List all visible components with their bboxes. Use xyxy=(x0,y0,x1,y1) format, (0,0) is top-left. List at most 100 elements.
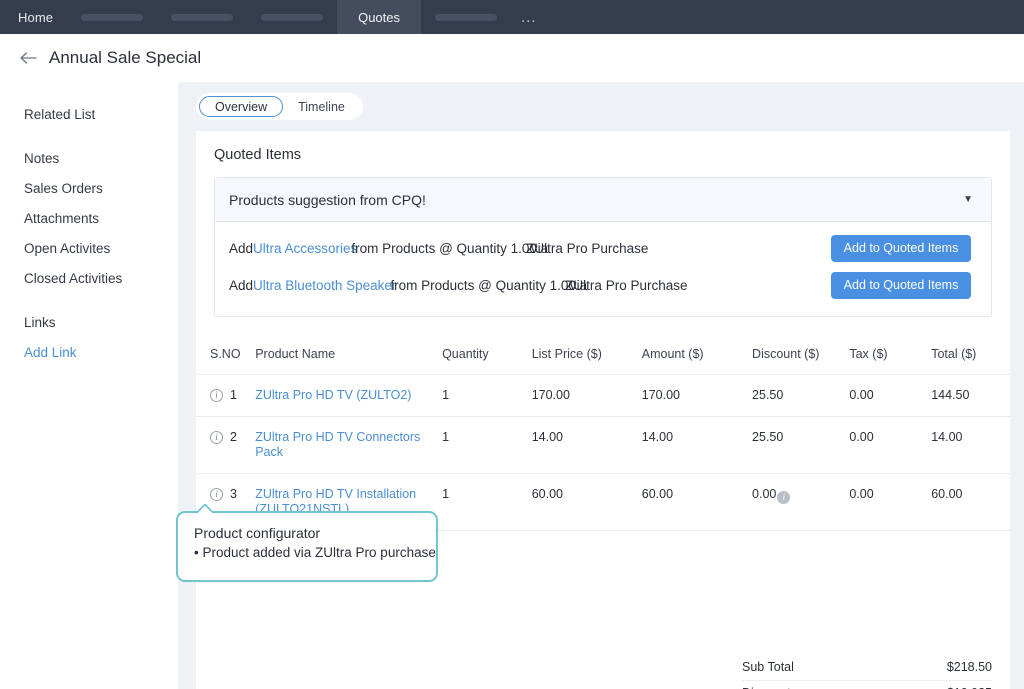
cell-quantity: 1 xyxy=(442,374,532,417)
tooltip-pointer xyxy=(196,504,212,513)
sidebar-item-add-link[interactable]: Add Link xyxy=(0,338,178,368)
discount-value: 0.00 xyxy=(752,487,777,501)
product-link[interactable]: ZUltra Pro HD TV Connectors Pack xyxy=(255,430,442,460)
cell-total: 60.00 xyxy=(931,473,1010,531)
cpq-product-link[interactable]: Ultra Accessories xyxy=(253,241,357,256)
nav-placeholder-item-2[interactable] xyxy=(157,0,247,34)
column-header-amount: Amount ($) xyxy=(641,339,753,375)
sno-value: 3 xyxy=(230,487,237,501)
cell-quantity: 1 xyxy=(442,416,532,474)
nav-item-quotes[interactable]: Quotes xyxy=(337,0,421,34)
table-row: i 1 ZUltra Pro HD TV (ZULTO2) 1 170.00 1… xyxy=(196,374,1010,417)
sidebar-item-attachments[interactable]: Attachments xyxy=(0,204,178,234)
cell-sno: i 1 xyxy=(196,374,256,417)
add-to-quoted-items-button[interactable]: Add to Quoted Items xyxy=(831,235,971,262)
nav-placeholder-item-4[interactable] xyxy=(421,0,511,34)
sno-value: 1 xyxy=(230,388,237,402)
sidebar-item-sales-orders[interactable]: Sales Orders xyxy=(0,174,178,204)
tooltip-title: Product configurator xyxy=(194,525,321,541)
quoted-items-card: Quoted Items Products suggestion from CP… xyxy=(196,131,1010,689)
nav-placeholder-item-3[interactable] xyxy=(247,0,337,34)
cell-list-price: 60.00 xyxy=(531,473,642,531)
cpq-panel-header[interactable]: Products suggestion from CPQ! ▼ xyxy=(215,178,991,222)
totals-label: Sub Total xyxy=(742,660,794,675)
info-circle-icon[interactable]: i xyxy=(210,430,223,444)
cpq-suggestion-row: AddUltra Bluetooth Speakerfrom Products … xyxy=(215,267,991,304)
cpq-source-text: ZUltra Pro Purchase xyxy=(565,278,688,293)
table-row: i 2 ZUltra Pro HD TV Connectors Pack 1 1… xyxy=(196,416,1010,474)
totals-row-sub-total: Sub Total $218.50 xyxy=(742,655,992,681)
nav-overflow-menu-icon[interactable]: ... xyxy=(511,0,547,34)
tab-group: Overview Timeline xyxy=(196,93,363,120)
tab-timeline[interactable]: Timeline xyxy=(283,96,360,117)
tooltip-bullet: • Product added via ZUltra Pro purchase xyxy=(194,545,436,560)
cell-discount: 0.00 i xyxy=(752,473,850,531)
cell-product-name: ZUltra Pro HD TV Connectors Pack xyxy=(255,416,443,474)
column-header-tax: Tax ($) xyxy=(849,339,932,375)
nav-placeholder-pill xyxy=(81,13,144,21)
cell-tax: 0.00 xyxy=(849,374,932,417)
cell-discount: 25.50 xyxy=(752,416,850,474)
cell-quantity: 1 xyxy=(442,473,532,531)
sidebar-item-notes[interactable]: Notes xyxy=(0,144,178,174)
product-link[interactable]: ZUltra Pro HD TV (ZULTO2) xyxy=(255,388,442,403)
cpq-middle-text: from Products @ Quantity 1.00 xyxy=(390,278,576,293)
sno-wrapper: i 3 xyxy=(210,487,255,501)
totals-value: $218.50 xyxy=(946,660,992,675)
totals-summary: Sub Total $218.50 Discount $10.925 Tax $… xyxy=(742,655,992,689)
main-content: Overview Timeline Quoted Items Products … xyxy=(178,82,1024,689)
cpq-product-link[interactable]: Ultra Bluetooth Speaker xyxy=(253,278,396,293)
sno-value: 2 xyxy=(230,430,237,444)
cell-amount: 60.00 xyxy=(641,473,753,531)
cell-total: 14.00 xyxy=(931,416,1010,474)
record-header: Annual Sale Special xyxy=(0,34,1024,82)
tab-strip: Overview Timeline xyxy=(178,82,1024,131)
column-header-quantity: Quantity xyxy=(442,339,532,375)
cpq-suggestion-row: AddUltra Accessoriesfrom Products @ Quan… xyxy=(215,230,991,267)
cell-tax: 0.00 xyxy=(849,416,932,474)
sno-wrapper: i 1 xyxy=(210,388,255,402)
column-header-discount: Discount ($) xyxy=(752,339,850,375)
info-circle-icon[interactable]: i xyxy=(210,487,223,501)
sidebar-section-links: Links xyxy=(24,315,56,330)
cell-total: 144.50 xyxy=(931,374,1010,417)
cpq-suggestion-panel: Products suggestion from CPQ! ▼ AddUltra… xyxy=(214,177,992,317)
table-header: S.NO Product Name Quantity List Price ($… xyxy=(196,339,1010,375)
add-to-quoted-items-button[interactable]: Add to Quoted Items xyxy=(831,272,971,299)
nav-placeholder-pill xyxy=(261,13,324,21)
chevron-down-icon[interactable]: ▼ xyxy=(963,194,973,205)
column-header-total: Total ($) xyxy=(931,339,1010,375)
nav-placeholder-item-1[interactable] xyxy=(67,0,157,34)
sidebar-item-related-list[interactable]: Related List xyxy=(0,100,178,130)
discount-info-icon[interactable]: i xyxy=(777,491,791,504)
nav-placeholder-pill xyxy=(435,13,497,21)
cell-list-price: 14.00 xyxy=(531,416,642,474)
cell-tax: 0.00 xyxy=(849,473,932,531)
cpq-suggestion-list: AddUltra Accessoriesfrom Products @ Quan… xyxy=(215,222,991,316)
info-circle-icon[interactable]: i xyxy=(210,388,223,402)
cpq-panel-title: Products suggestion from CPQ! xyxy=(229,191,426,208)
column-header-product: Product Name xyxy=(255,339,443,375)
cpq-suggestion-text: AddUltra Bluetooth Speakerfrom Products … xyxy=(229,278,831,293)
sno-wrapper: i 2 xyxy=(210,430,255,444)
column-header-list-price: List Price ($) xyxy=(531,339,642,375)
page-title: Annual Sale Special xyxy=(49,48,202,67)
arrow-left-icon[interactable] xyxy=(16,45,42,71)
sidebar: Related List Notes Sales Orders Attachme… xyxy=(0,82,178,689)
section-title-quoted-items: Quoted Items xyxy=(214,147,302,163)
cell-amount: 14.00 xyxy=(641,416,753,474)
sidebar-item-closed-activities[interactable]: Closed Activities xyxy=(0,264,178,294)
top-navigation-bar: Home Quotes ... xyxy=(0,0,1024,34)
sidebar-item-open-activites[interactable]: Open Activites xyxy=(0,234,178,264)
page-body: Related List Notes Sales Orders Attachme… xyxy=(0,82,1024,689)
cpq-prefix: Add xyxy=(229,278,254,293)
tab-overview[interactable]: Overview xyxy=(199,96,284,117)
nav-placeholder-pill xyxy=(171,13,234,21)
nav-item-home[interactable]: Home xyxy=(0,0,67,34)
cpq-middle-text: from Products @ Quantity 1.00 xyxy=(351,241,537,256)
totals-row-discount: Discount $10.925 xyxy=(742,681,992,689)
cell-sno: i 2 xyxy=(196,416,256,474)
cell-amount: 170.00 xyxy=(641,374,753,417)
